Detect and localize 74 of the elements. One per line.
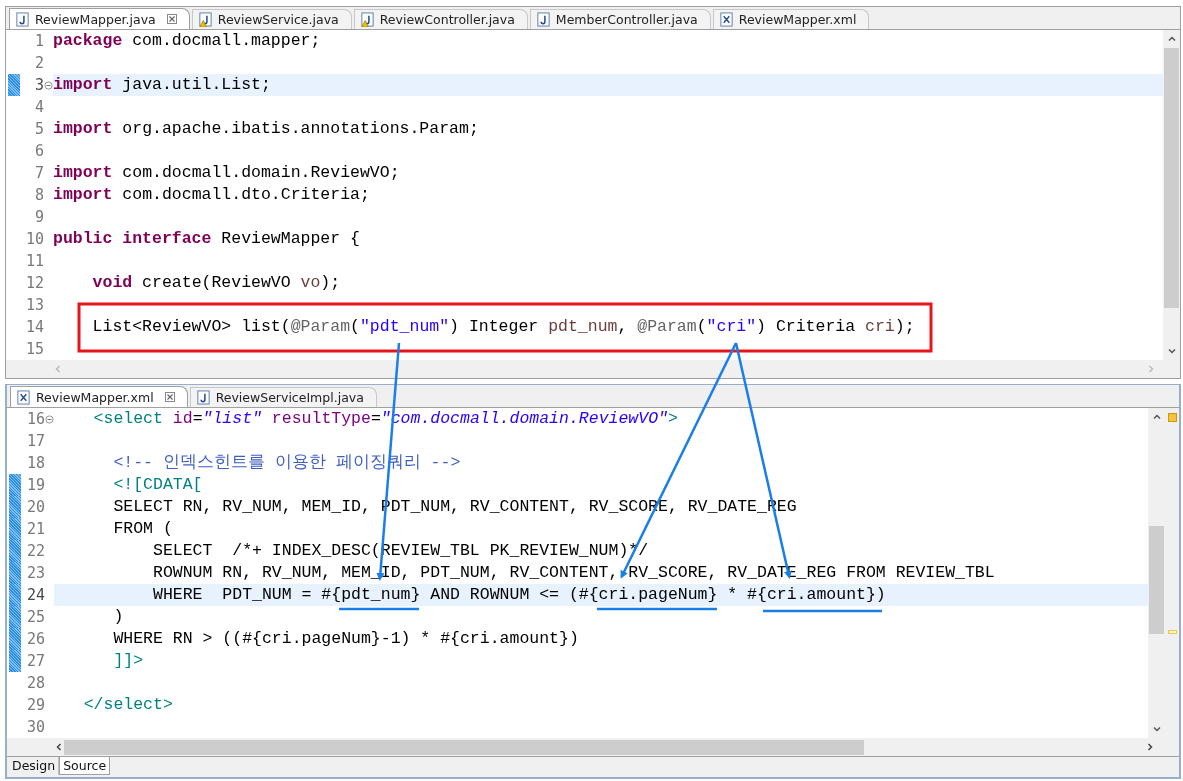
scroll-up-icon[interactable] [1166,34,1177,44]
code-line: public interface ReviewMapper { [53,228,360,250]
code-line: package com.docmall.mapper; [53,30,321,52]
vertical-scrollbar[interactable] [1163,30,1180,360]
code-line: </select> [82,694,173,716]
code-line: void create(ReviewVO vo); [91,272,341,294]
java-file-icon [15,11,30,27]
line-number: 16 [25,410,45,428]
line-number: 12 [24,274,44,292]
editor-tab[interactable]: ReviewMapper.java [9,8,190,29]
overview-marker[interactable] [1167,413,1177,422]
line-number: 23 [25,564,45,582]
scroll-down-icon[interactable] [1166,346,1177,356]
line-number: 4 [33,98,44,116]
editor-tab[interactable]: ReviewService.java [191,9,352,29]
code-line: ) [112,606,124,628]
java-file-icon [195,390,211,405]
line-number: 27 [25,652,45,670]
line-number: 19 [25,476,45,494]
line-number: 11 [24,252,44,270]
code-line: import com.docmall.domain.ReviewVO; [53,162,400,184]
line-number: 28 [25,674,45,692]
line-number: 2 [33,54,44,72]
collapse-icon[interactable] [45,414,54,424]
code-line: List<ReviewVO> list(@Param("pdt_num") Integer pdt_num, @Param("cri") Criteria cri); [91,316,915,338]
scrollbar-thumb[interactable] [1164,48,1179,308]
line-number: 3 [33,76,44,94]
line-number: 15 [24,340,44,358]
line-number: 20 [25,498,45,516]
xml-file-icon [16,389,31,405]
line-number: 18 [25,454,45,472]
line-number: 24 [25,586,45,604]
java-file-icon [359,12,375,27]
code-line: ]]> [112,650,144,672]
line-number: 7 [33,164,44,182]
line-number: 26 [25,630,45,648]
line-number: 22 [25,542,45,560]
editor-tab[interactable]: ReviewController.java [353,9,528,29]
line-number: 17 [25,432,45,450]
line-number: 8 [33,186,44,204]
close-icon[interactable] [164,392,175,402]
line-number: 13 [24,296,44,314]
scroll-right-icon[interactable] [1145,742,1155,752]
collapse-icon[interactable] [44,80,53,90]
page-tab[interactable]: Source [59,757,111,775]
line-number: 1 [33,32,44,50]
scroll-up-icon[interactable] [1151,412,1162,422]
scroll-left-icon[interactable] [54,742,64,752]
line-number: 21 [25,520,45,538]
scrollbar-thumb[interactable] [64,739,864,755]
code-line: WHERE RN > ((#{cri.pageNum}-1) * #{cri.amount}) [112,628,579,650]
code-line: import org.apache.ibatis.annotations.Param; [53,118,479,140]
code-line: FROM ( [112,518,173,540]
scrollbar-thumb[interactable] [1149,526,1164,634]
java-file-icon [197,12,213,27]
editor-tab[interactable]: ReviewServiceImpl.java [189,387,377,407]
line-number: 6 [33,142,44,160]
line-number: 10 [24,230,44,248]
line-number: 30 [25,718,45,736]
line-number: 25 [25,608,45,626]
editor-tab[interactable]: ReviewMapper.xml [10,386,188,407]
code-line: import com.docmall.dto.Criteria; [53,184,370,206]
xml-file-icon [718,12,734,27]
scroll-down-icon[interactable] [1151,724,1162,734]
line-number: 14 [24,318,44,336]
line-number: 29 [25,696,45,714]
editor-tab[interactable]: MemberController.java [529,9,711,29]
code-line: <![CDATA[ [112,474,203,496]
editor-tab[interactable]: ReviewMapper.xml [712,9,870,29]
close-icon[interactable] [166,14,177,24]
overview-marker[interactable] [1167,630,1177,634]
java-file-icon [535,12,551,27]
line-number: 9 [33,208,44,226]
line-number: 5 [33,120,44,138]
